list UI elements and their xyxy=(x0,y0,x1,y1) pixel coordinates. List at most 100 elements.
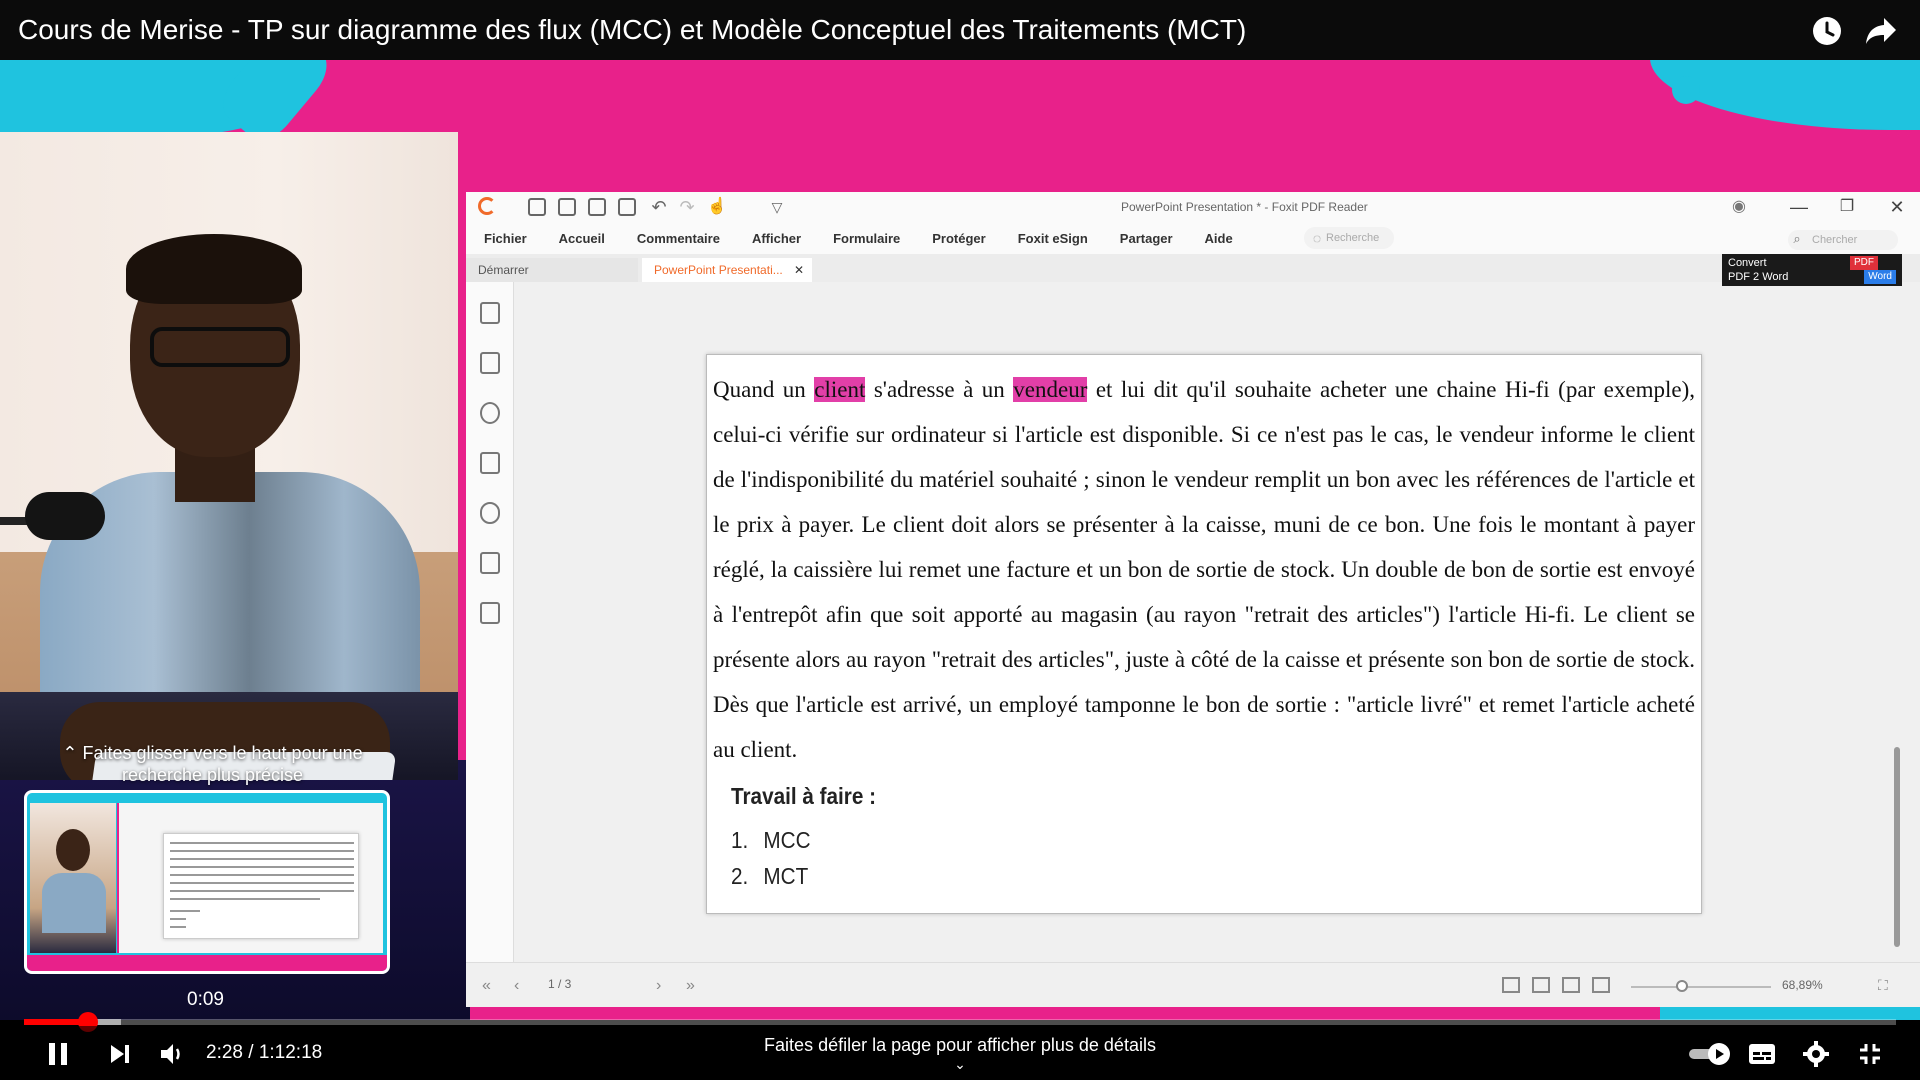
subtitles-icon xyxy=(1749,1044,1775,1064)
pdf-reader-window: ↶ ↷ ☝ ▽ PowerPoint Presentation * - Foxi… xyxy=(466,192,1920,1007)
comments-icon[interactable] xyxy=(480,402,500,424)
bookmark-icon[interactable] xyxy=(480,302,500,324)
menu-accueil[interactable]: Accueil xyxy=(559,231,605,246)
pause-button[interactable] xyxy=(40,1036,76,1072)
tab-start-label: Démarrer xyxy=(478,263,529,277)
pdf-titlebar: ↶ ↷ ☝ ▽ PowerPoint Presentation * - Foxi… xyxy=(466,192,1920,222)
highlight-vendeur[interactable]: vendeur xyxy=(1013,377,1088,402)
last-page-icon[interactable]: » xyxy=(686,977,695,995)
work-item-label: MCT xyxy=(763,863,809,889)
swipe-hint-text: Faites glisser vers le haut pour une rec… xyxy=(82,743,363,785)
close-icon[interactable]: ✕ xyxy=(1886,196,1908,218)
exit-fullscreen-button[interactable] xyxy=(1852,1036,1888,1072)
scroll-hint-text: Faites défiler la page pour afficher plu… xyxy=(764,1035,1156,1055)
scroll-hint[interactable]: Faites défiler la page pour afficher plu… xyxy=(660,1035,1260,1072)
menu-partager[interactable]: Partager xyxy=(1120,231,1173,246)
menu-fichier[interactable]: Fichier xyxy=(484,231,527,246)
work-item-number: 1. xyxy=(731,827,749,853)
word-badge: Word xyxy=(1864,270,1896,284)
settings-button[interactable] xyxy=(1798,1036,1834,1072)
signature-icon[interactable] xyxy=(480,602,500,624)
attachment-icon[interactable] xyxy=(480,502,500,524)
save-icon[interactable] xyxy=(558,198,576,216)
swipe-hint: ⌃ Faites glisser vers le haut pour une r… xyxy=(40,742,385,786)
presenter-hair xyxy=(126,234,302,304)
thumbnail-webcam xyxy=(30,803,116,953)
tab-document[interactable]: PowerPoint Presentati... ✕ xyxy=(642,258,812,282)
highlight-client[interactable]: client xyxy=(814,377,866,402)
webcam-feed xyxy=(0,132,458,780)
customize-icon[interactable]: ▽ xyxy=(766,196,788,218)
work-item: 2. MCT xyxy=(731,863,808,890)
pdf-badge: PDF xyxy=(1850,256,1878,270)
presenter-glasses xyxy=(150,327,290,367)
menu-formulaire[interactable]: Formulaire xyxy=(833,231,900,246)
zoom-slider-knob[interactable] xyxy=(1676,980,1688,992)
close-tab-icon[interactable]: ✕ xyxy=(794,258,804,282)
restore-icon[interactable]: ❐ xyxy=(1836,196,1858,218)
exit-fullscreen-icon xyxy=(1860,1044,1880,1064)
zoom-level[interactable]: 68,89% xyxy=(1782,978,1823,992)
player-controls: 2:28 / 1:12:18 Faites défiler la page po… xyxy=(0,1026,1920,1080)
video-frame[interactable]: ↶ ↷ ☝ ▽ PowerPoint Presentation * - Foxi… xyxy=(0,60,1920,1020)
menu-proteger[interactable]: Protéger xyxy=(932,231,985,246)
open-icon[interactable] xyxy=(528,198,546,216)
convert-banner[interactable]: Convert PDF 2 Word PDF Word xyxy=(1722,254,1902,286)
security-icon[interactable] xyxy=(480,552,500,574)
single-page-view-icon[interactable] xyxy=(1502,977,1520,993)
video-title: Cours de Merise - TP sur diagramme des f… xyxy=(18,14,1247,45)
vertical-scrollbar-thumb[interactable] xyxy=(1894,747,1900,947)
para-part-1: Quand un xyxy=(713,377,815,402)
page-indicator[interactable]: 1 / 3 xyxy=(548,977,648,991)
tab-document-label: PowerPoint Presentati... xyxy=(654,263,783,277)
decor-dot xyxy=(1672,76,1700,104)
menu-aide[interactable]: Aide xyxy=(1205,231,1233,246)
swipe-up-icon: ⌃ xyxy=(62,743,83,763)
thumbnail-document xyxy=(117,803,383,953)
volume-button[interactable] xyxy=(154,1036,190,1072)
autoplay-toggle[interactable] xyxy=(1686,1036,1734,1072)
copy-icon[interactable] xyxy=(618,198,636,216)
continuous-view-icon[interactable] xyxy=(1532,977,1550,993)
pages-icon[interactable] xyxy=(480,352,500,374)
thumbnail-page xyxy=(163,833,359,939)
account-icon[interactable]: ◉ xyxy=(1728,196,1750,218)
pdf-menubar: Fichier Accueil Commentaire Afficher For… xyxy=(466,222,1920,254)
time-display: 2:28 / 1:12:18 xyxy=(206,1042,323,1063)
para-part-2: s'adresse à un xyxy=(865,377,1014,402)
microphone xyxy=(25,492,105,540)
work-item: 1. MCC xyxy=(731,827,811,854)
facing-view-icon[interactable] xyxy=(1562,977,1580,993)
undo-icon[interactable]: ↶ xyxy=(648,196,670,218)
menu-foxit-esign[interactable]: Foxit eSign xyxy=(1018,231,1088,246)
subtitles-button[interactable] xyxy=(1744,1036,1780,1072)
progress-bar[interactable] xyxy=(24,1012,1896,1032)
fullscreen-icon[interactable]: ⛶ xyxy=(1878,977,1888,994)
autoplay-icon xyxy=(1689,1043,1730,1065)
menu-afficher[interactable]: Afficher xyxy=(752,231,801,246)
print-icon[interactable] xyxy=(588,198,606,216)
pdf-page: Quand un client s'adresse à un vendeur e… xyxy=(706,354,1702,914)
cover-view-icon[interactable] xyxy=(1592,977,1610,993)
youtube-player: Cours de Merise - TP sur diagramme des f… xyxy=(0,0,1920,1080)
redo-icon[interactable]: ↷ xyxy=(676,196,698,218)
lightbulb-icon: ◌ xyxy=(1312,230,1322,246)
share-icon[interactable] xyxy=(1864,14,1898,48)
first-page-icon[interactable]: « xyxy=(482,977,491,995)
hand-tool-icon[interactable]: ☝ xyxy=(706,196,728,218)
next-page-icon[interactable]: › xyxy=(656,977,661,995)
zoom-slider[interactable] xyxy=(1631,986,1771,988)
menu-commentaire[interactable]: Commentaire xyxy=(637,231,720,246)
volume-icon xyxy=(161,1044,180,1064)
prev-page-icon[interactable]: ‹ xyxy=(514,977,519,995)
para-part-3: et lui dit qu'il souhaite acheter une ch… xyxy=(713,377,1695,762)
tab-start[interactable]: Démarrer xyxy=(466,258,638,282)
seek-preview-thumbnail xyxy=(24,790,390,974)
pdf-sidebar xyxy=(466,282,514,962)
watch-later-icon[interactable] xyxy=(1810,14,1844,48)
layers-icon[interactable] xyxy=(480,452,500,474)
search-icon: ⌕ xyxy=(1793,231,1801,246)
chevron-down-icon: ⌄ xyxy=(954,1056,966,1072)
minimize-icon[interactable]: — xyxy=(1788,196,1810,218)
next-button[interactable] xyxy=(102,1036,138,1072)
